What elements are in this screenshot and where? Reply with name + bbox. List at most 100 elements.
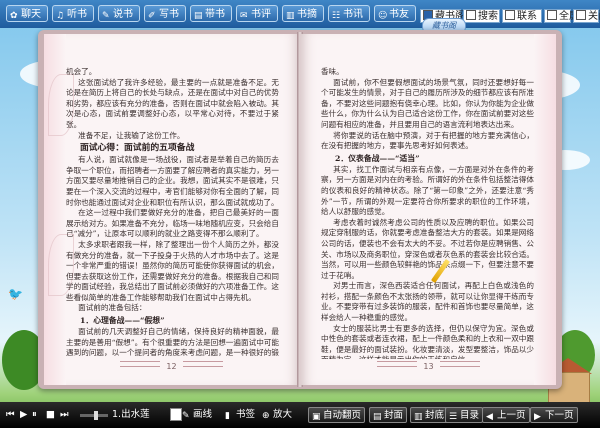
- bottom-button-label: 放大: [273, 409, 293, 420]
- microphone-icon: ✎: [102, 11, 110, 21]
- draw-line-icon: ✎: [182, 411, 190, 421]
- bottom-button-label: 上一页: [497, 410, 526, 421]
- bottom-button-label: 目录: [460, 410, 480, 421]
- zoom-in-button[interactable]: ⊕ 放大: [262, 407, 292, 423]
- volume-slider-handle[interactable]: [94, 411, 98, 420]
- toolbar-button-label: 书友: [389, 9, 409, 20]
- pause-icon[interactable]: ⏸: [32, 407, 37, 423]
- paragraph: 太多求职者跟我一样，除了整理出一份个人简历之外，都没有做充分的准备，就一下子投身…: [66, 239, 279, 302]
- current-song[interactable]: 1.出水莲: [112, 407, 172, 423]
- contact-checkbox[interactable]: 联系: [502, 9, 542, 23]
- comment-icon: ✉: [240, 11, 248, 21]
- checkbox-label: 联系: [517, 11, 537, 22]
- friends-icon: ☺: [378, 11, 388, 21]
- toolbar-button-label: 说书: [113, 9, 133, 20]
- toc-button[interactable]: ☰ 目录: [445, 407, 484, 423]
- paragraph: 在这一过程中我们要做好充分的准备，把自己最美好的一面展示给对方。如果准备不充分，…: [66, 208, 279, 239]
- toolbar-button-3[interactable]: ✎ 说书: [98, 5, 140, 22]
- stop-icon[interactable]: ■: [46, 407, 55, 423]
- next-page-icon: ▶: [534, 412, 541, 422]
- checkbox-icon: [547, 10, 557, 20]
- bottom-button-label: 自动翻页: [323, 410, 362, 421]
- search-checkbox[interactable]: 搜索: [463, 9, 500, 23]
- skip-forward-icon[interactable]: ⏭: [60, 407, 69, 423]
- news-icon: ☷: [332, 11, 341, 21]
- paragraph: 香味。: [321, 67, 344, 76]
- toolbar-button-label: 带书: [205, 9, 225, 20]
- excerpt-icon: ▥: [286, 11, 295, 21]
- paragraph: 面试前，你不但要假想面试的场景气氛，同时还要想好每一个可能发生的情景，对于自己的…: [321, 77, 534, 129]
- next-page-button[interactable]: ▶ 下一页: [530, 407, 578, 423]
- paragraph: 机会了。: [66, 67, 97, 76]
- toolbar-button-2[interactable]: ♫ 听书: [52, 5, 94, 22]
- toolbar-button-label: 书评: [251, 9, 271, 20]
- toolbar-button-5[interactable]: ▤ 带书: [190, 5, 232, 22]
- top-toolbar: ✿聊天♫听书✎说书✐写书▤带书✉书评▥书摘☷书讯☺书友藏书阁搜索联系全屏关闭: [0, 0, 600, 28]
- back-cover-icon: ▥: [414, 412, 423, 422]
- bottom-button-label: 封面: [384, 410, 404, 421]
- bottom-toolbar: ⏮ ▶ ⏸ ■ ⏭ 1.出水莲 ✎ 画线 ▮ 书签 ⊕ 放大 ▣ 自动翻页 ▤ 封面 ▥ 封底 ☰ 目录 ◀…: [0, 402, 600, 428]
- right-page-content: 香味。 面试前，你不但要假想面试的场景气氛，同时还要想好每一个可能发生的情景，对于…: [321, 67, 534, 359]
- skip-back-icon[interactable]: ⏮: [6, 407, 15, 423]
- paragraph: 女士的服装比男士有更多的选择，但仍以保守为宜。深色或中性色的套装或者连衣裙，配上…: [321, 323, 534, 359]
- left-page[interactable]: 机会了。 这张面试给了我许多经验，最主要的一点就是准备不足。无论是在简历上将自己的…: [44, 34, 299, 385]
- toolbar-button-label: 聊天: [21, 9, 41, 20]
- toolbar-button-label: 书讯: [343, 9, 363, 20]
- toolbar-button-6[interactable]: ✉ 书评: [236, 5, 278, 22]
- paragraph: 其实，找工作面试与相亲有点像，一方面是对外在条件的考察，另一方面是对内在的考验。…: [321, 164, 534, 217]
- prev-page-button[interactable]: ◀ 上一页: [482, 407, 530, 423]
- toolbar-button-label: 写书: [159, 9, 179, 20]
- play-icon[interactable]: ▶: [20, 407, 27, 423]
- paragraph: 将你要说的话在脑中预演，对于有把握的地方要充满信心，在没有把握的地方，要事先思考…: [321, 130, 534, 151]
- section-heading: 1．心理备战——“假想”: [80, 316, 165, 326]
- bottom-button-label: 书签: [236, 409, 256, 420]
- toc-icon: ☰: [449, 412, 458, 422]
- right-page[interactable]: 香味。 面试前，你不但要假想面试的场景气氛，同时还要想好每一个可能发生的情景，对于…: [301, 34, 556, 385]
- paragraph: 面试前的几天调整好自己的情绪，保持良好的精神面貌，最主要的是善用“假想”。有个很…: [66, 327, 279, 359]
- section-heading: 2．仪表备战——“适当”: [335, 153, 420, 163]
- draw-line-button[interactable]: ✎ 画线: [182, 407, 212, 423]
- checkbox-icon: [505, 10, 515, 20]
- bird-icon: 🐦: [8, 287, 23, 301]
- paragraph: 面试前的准备包括：: [78, 303, 147, 313]
- prev-page-icon: ◀: [486, 412, 493, 422]
- bottom-button-label: 画线: [193, 409, 213, 420]
- paragraph: 有人说，面试就像是一场战役，面试者是举着自己的简历去争取一个职位，而招聘者一方面…: [66, 155, 279, 207]
- toolbar-button-9[interactable]: ☺ 书友: [374, 5, 416, 22]
- book-carry-icon: ▤: [194, 11, 203, 21]
- book: 机会了。 这张面试给了我许多经验，最主要的一点就是准备不足。无论是在简历上将自己的…: [38, 30, 562, 389]
- cover-icon: ▤: [373, 412, 382, 422]
- fullscreen-checkbox[interactable]: 全屏: [544, 9, 579, 23]
- chat-icon: ✿: [10, 11, 18, 21]
- toolbar-button-4[interactable]: ✐ 写书: [144, 5, 186, 22]
- toolbar-button-8[interactable]: ☷ 书讯: [328, 5, 370, 22]
- page-number: 13: [301, 361, 556, 371]
- paragraph: 这张面试给了我许多经验，最主要的一点就是准备不足。无论是在简历上将自己的长处与缺…: [66, 77, 279, 129]
- bottom-button-label: 下一页: [545, 410, 574, 421]
- auto-flip-button[interactable]: ▣ 自动翻页: [308, 407, 366, 423]
- cover-button[interactable]: ▤ 封面: [369, 407, 408, 423]
- bottom-button-label: 封底: [425, 410, 445, 421]
- checkbox-label: 搜索: [478, 11, 498, 22]
- checkbox-label: 关闭: [588, 11, 600, 22]
- bookmark-button[interactable]: ▮ 书签: [225, 407, 255, 423]
- pen-icon: ✐: [148, 11, 156, 21]
- toolbar-button-7[interactable]: ▥ 书摘: [282, 5, 324, 22]
- bookmark-icon: ▮: [225, 411, 230, 421]
- paragraph: 对男士而言，深色西装适合任何面试，再配上白色或浅色的衬衫，搭配一条颜色不太张扬的…: [321, 281, 534, 323]
- toolbar-button-label: 书摘: [297, 9, 317, 20]
- section-heading: 面试心得：面试前的五项备战: [80, 143, 195, 154]
- left-page-content: 机会了。 这张面试给了我许多经验，最主要的一点就是准备不足。无论是在简历上将自己的…: [66, 67, 279, 359]
- headphones-icon: ♫: [56, 11, 65, 21]
- song-select-dropdown[interactable]: [170, 408, 182, 421]
- toolbar-button-label: 听书: [67, 9, 87, 20]
- toolbar-button-1[interactable]: ✿ 聊天: [6, 5, 48, 22]
- back-cover-button[interactable]: ▥ 封底: [410, 407, 449, 423]
- close-button[interactable]: 关闭: [573, 9, 600, 23]
- auto-flip-icon: ▣: [312, 412, 321, 422]
- paragraph: 考虑衣着时诚然考虑公司的性质以及应聘的职位。如果公司规定穿制服的话，你就要考虑准…: [321, 217, 534, 280]
- zoom-in-icon: ⊕: [262, 411, 270, 421]
- paragraph: 准备不足，让我输了这份工作。: [78, 130, 185, 140]
- page-number: 12: [44, 361, 299, 371]
- checkbox-icon: [466, 10, 476, 20]
